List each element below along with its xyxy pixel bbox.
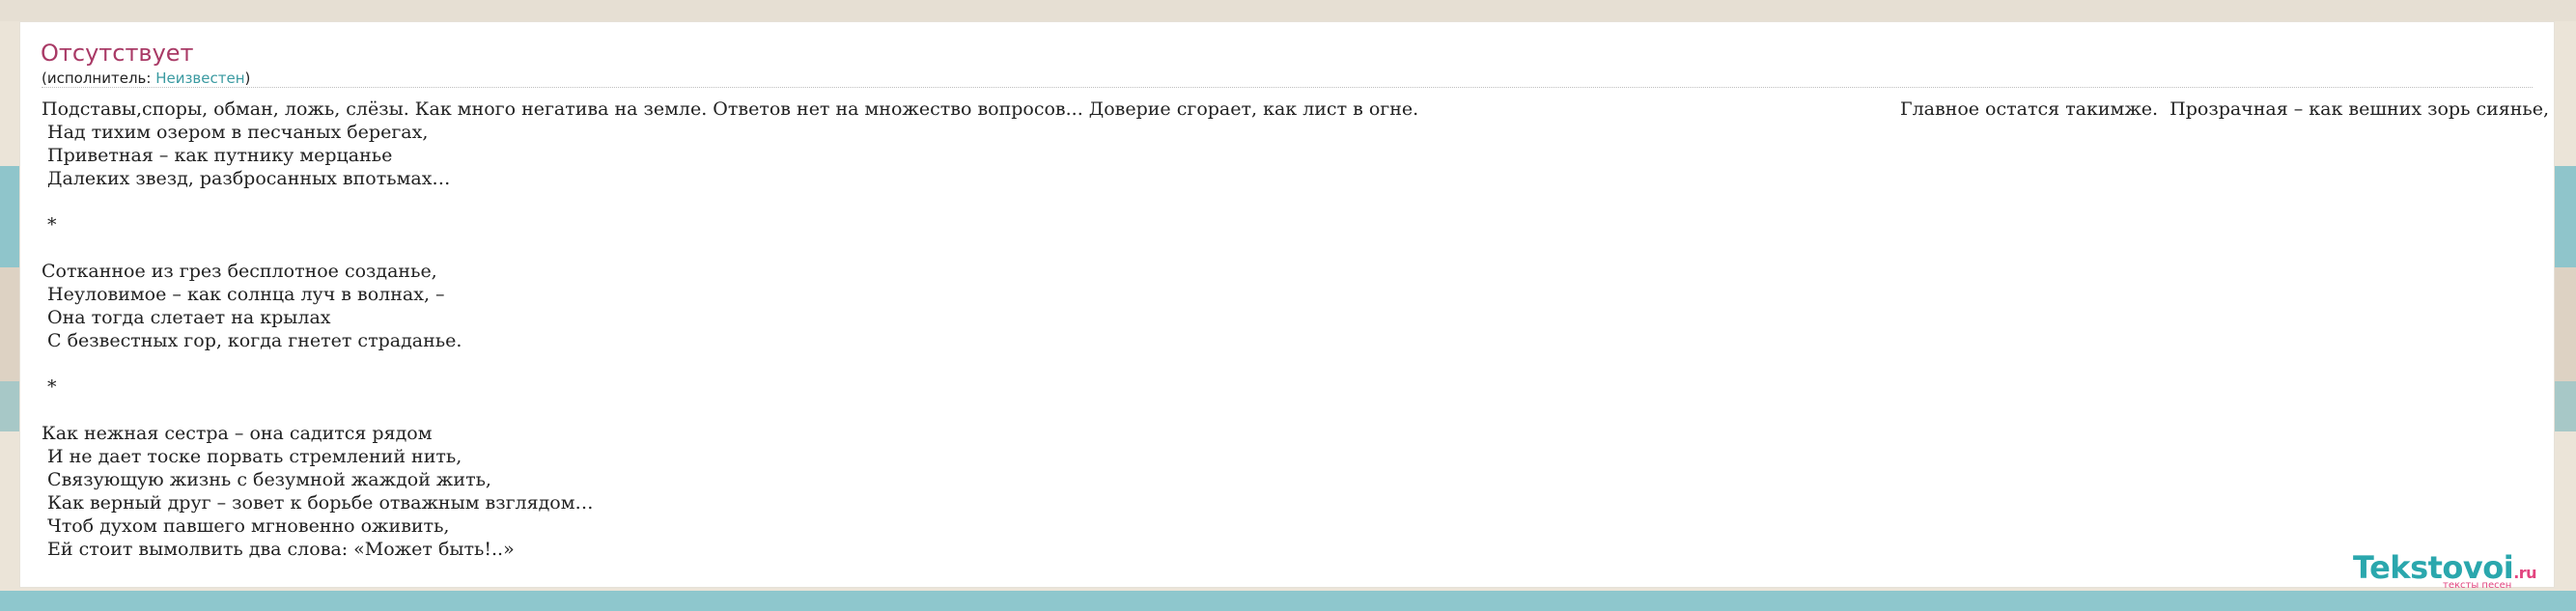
lyrics-line: Чтоб духом павшего мгновенно оживить, xyxy=(42,515,450,537)
lyrics-line: Она тогда слетает на крылах xyxy=(42,307,331,328)
lyrics-card: Отсутствует (исполнитель: Неизвестен) По… xyxy=(19,21,2555,588)
lyrics-line: * xyxy=(42,376,57,398)
performer-prefix: (исполнитель: xyxy=(42,69,156,87)
lyrics-line: Ей стоит вымолвить два слова: «Может быт… xyxy=(42,539,515,560)
lyrics-line: Неуловимое – как солнца луч в волнах, – xyxy=(42,284,445,305)
lyrics-line: * xyxy=(42,214,57,236)
background-band-bottom xyxy=(0,591,2576,611)
lyrics-line: Далеких звезд, разбросанных впотьмах… xyxy=(42,168,451,189)
lyrics-line xyxy=(42,399,2552,422)
performer-link[interactable]: Неизвестен xyxy=(155,69,244,87)
lyrics-line xyxy=(42,352,2552,375)
background-band-top xyxy=(0,0,2576,21)
lyrics-line: Как верный друг – зовет к борьбе отважны… xyxy=(42,492,594,514)
lyrics-first-line: Подставы,споры, обман, ложь, слёзы. Как … xyxy=(42,97,2552,121)
song-title: Отсутствует xyxy=(41,40,194,67)
lyrics-line: Сотканное из грез бесплотное созданье, xyxy=(42,261,437,282)
lyrics-line: Связующую жизнь с безумной жаждой жить, xyxy=(42,469,491,490)
lyrics-line: С безвестных гор, когда гнетет страданье… xyxy=(42,330,462,351)
performer-line: (исполнитель: Неизвестен) xyxy=(42,69,250,87)
lyrics-line: И не дает тоске порвать стремлений нить, xyxy=(42,446,462,467)
lyrics-line: Над тихим озером в песчаных берегах, xyxy=(42,122,429,143)
title-separator xyxy=(42,87,2533,88)
logo-tld: .ru xyxy=(2513,564,2537,582)
logo-tagline: тексты песен xyxy=(2443,580,2512,591)
lyrics-line: Приветная – как путнику мерцанье xyxy=(42,145,393,166)
lyrics-line: Как нежная сестра – она садится рядом xyxy=(42,423,433,444)
lyrics-line xyxy=(42,236,2552,260)
performer-suffix: ) xyxy=(244,69,251,87)
lyrics-line xyxy=(42,190,2552,213)
lyrics-first-line-left: Подставы,споры, обман, ложь, слёзы. Как … xyxy=(42,98,1419,120)
lyrics-text: Подставы,споры, обман, ложь, слёзы. Как … xyxy=(42,97,2552,561)
lyrics-first-line-right: Главное остатся такимже. Прозрачная – ка… xyxy=(1900,98,2550,120)
